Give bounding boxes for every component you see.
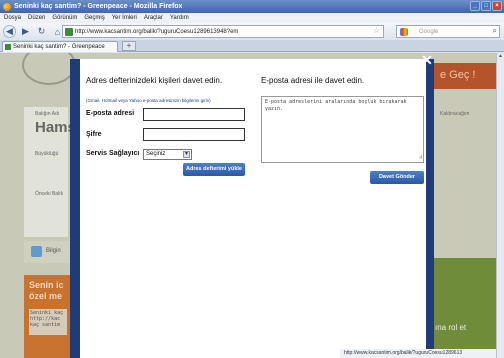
window-controls: _ □ ×: [470, 1, 502, 11]
info-label: Bilgin: [46, 248, 61, 254]
top-banner: e Geç !: [430, 63, 496, 89]
menu-bookmarks[interactable]: Yer İmleri: [112, 15, 137, 21]
search-input[interactable]: Google ⌕: [396, 25, 500, 38]
close-window-button[interactable]: ×: [492, 1, 502, 11]
scroll-up-icon[interactable]: ▲: [497, 53, 504, 60]
page-scrollbar[interactable]: ▲: [496, 53, 504, 358]
search-icon[interactable]: ⌕: [493, 26, 497, 36]
password-field[interactable]: [143, 128, 245, 141]
banner-text: e Geç !: [440, 69, 476, 81]
firefox-icon: [3, 2, 11, 11]
password-label: Şifre: [86, 131, 102, 138]
fish-name-label: Balığın Adı: [35, 111, 60, 117]
status-bar: http://www.kacsantim.org/balik/?uguruCoe…: [340, 349, 496, 358]
question-icon: [31, 246, 42, 257]
textarea-placeholder: E-posta adreslerini aralarında boşluk bı…: [265, 99, 407, 112]
menu-help[interactable]: Yardım: [170, 15, 189, 21]
forward-icon[interactable]: ▶: [19, 25, 32, 38]
email-field[interactable]: [143, 108, 245, 121]
google-icon[interactable]: [400, 28, 408, 36]
address-bar[interactable]: http://www.kacsantim.org/balik/?uguruCoe…: [62, 25, 384, 38]
close-modal-icon[interactable]: ✕: [419, 52, 435, 68]
menu-edit[interactable]: Düzen: [28, 15, 45, 21]
email-label: E-posta adresi: [86, 110, 135, 117]
navigation-toolbar: ◀ ▶ ↻ ⌂ http://www.kacsantim.org/balik/?…: [0, 23, 504, 40]
menu-tools[interactable]: Araçlar: [144, 15, 163, 21]
address-book-note: (Gmail, Hotmail veya Yahoo e-posta adres…: [86, 98, 211, 103]
address-text: http://www.kacsantim.org/balik/?uguruCoe…: [75, 28, 239, 35]
provider-label: Servis Sağlayıcı: [86, 150, 140, 157]
resize-handle-icon[interactable]: ◢: [419, 154, 422, 161]
window-titlebar: Seninki kaç santim? - Greenpeace - Mozil…: [0, 0, 504, 13]
minimize-button[interactable]: _: [470, 1, 480, 11]
menu-view[interactable]: Görünüm: [52, 15, 77, 21]
green-promo: ına rol et: [430, 258, 496, 358]
menu-history[interactable]: Geçmiş: [84, 15, 104, 21]
search-placeholder: Google: [419, 28, 439, 35]
new-tab-button[interactable]: +: [122, 41, 136, 51]
share-box: Senin ic özel me Seninki kaç http://kac …: [24, 275, 70, 358]
logo-shape: [22, 53, 76, 85]
site-identity-icon[interactable]: [65, 28, 73, 36]
load-address-book-button[interactable]: Adres defterimi yükle: [183, 163, 245, 176]
green-promo-text: ına rol et: [435, 323, 467, 332]
embed-code: Seninki kaç http://kac kaç santim: [29, 309, 67, 335]
email-invite-heading: E-posta adresi ile davet edin.: [261, 76, 365, 85]
info-box: Bilgin: [24, 241, 70, 263]
tab-label: Seninki kaç santim? - Greenpeace: [13, 44, 105, 50]
maximize-button[interactable]: □: [481, 1, 491, 11]
chevron-down-icon[interactable]: ▼: [183, 151, 190, 158]
provider-select[interactable]: Seçiniz ▼: [143, 149, 192, 160]
tab-active[interactable]: Seninki kaç santim? - Greenpeace: [2, 41, 118, 52]
previous-fish-label: Önceki Balık: [35, 191, 64, 197]
send-invite-button[interactable]: Davet Gönder: [370, 171, 424, 184]
address-book-heading: Adres defterinizdeki kişileri davet edin…: [86, 76, 223, 85]
window-title: Seninki kaç santim? - Greenpeace - Mozil…: [14, 3, 183, 10]
tab-favicon-icon: [5, 44, 11, 50]
right-label: Kaldıracağım: [440, 111, 470, 117]
tab-strip: Seninki kaç santim? - Greenpeace +: [0, 40, 504, 52]
email-list-textarea[interactable]: E-posta adreslerini aralarında boşluk bı…: [261, 96, 424, 163]
provider-value: Seçiniz: [146, 151, 166, 157]
reload-icon[interactable]: ↻: [35, 25, 48, 38]
size-label: Büyüklüğü: [35, 151, 59, 157]
back-icon[interactable]: ◀: [3, 25, 16, 38]
menu-bar: Dosya Düzen Görünüm Geçmiş Yer İmleri Ar…: [0, 13, 504, 23]
bookmark-star-icon[interactable]: ☆: [373, 26, 380, 35]
menu-file[interactable]: Dosya: [4, 15, 21, 21]
share-title: Senin ic özel me: [29, 280, 64, 301]
